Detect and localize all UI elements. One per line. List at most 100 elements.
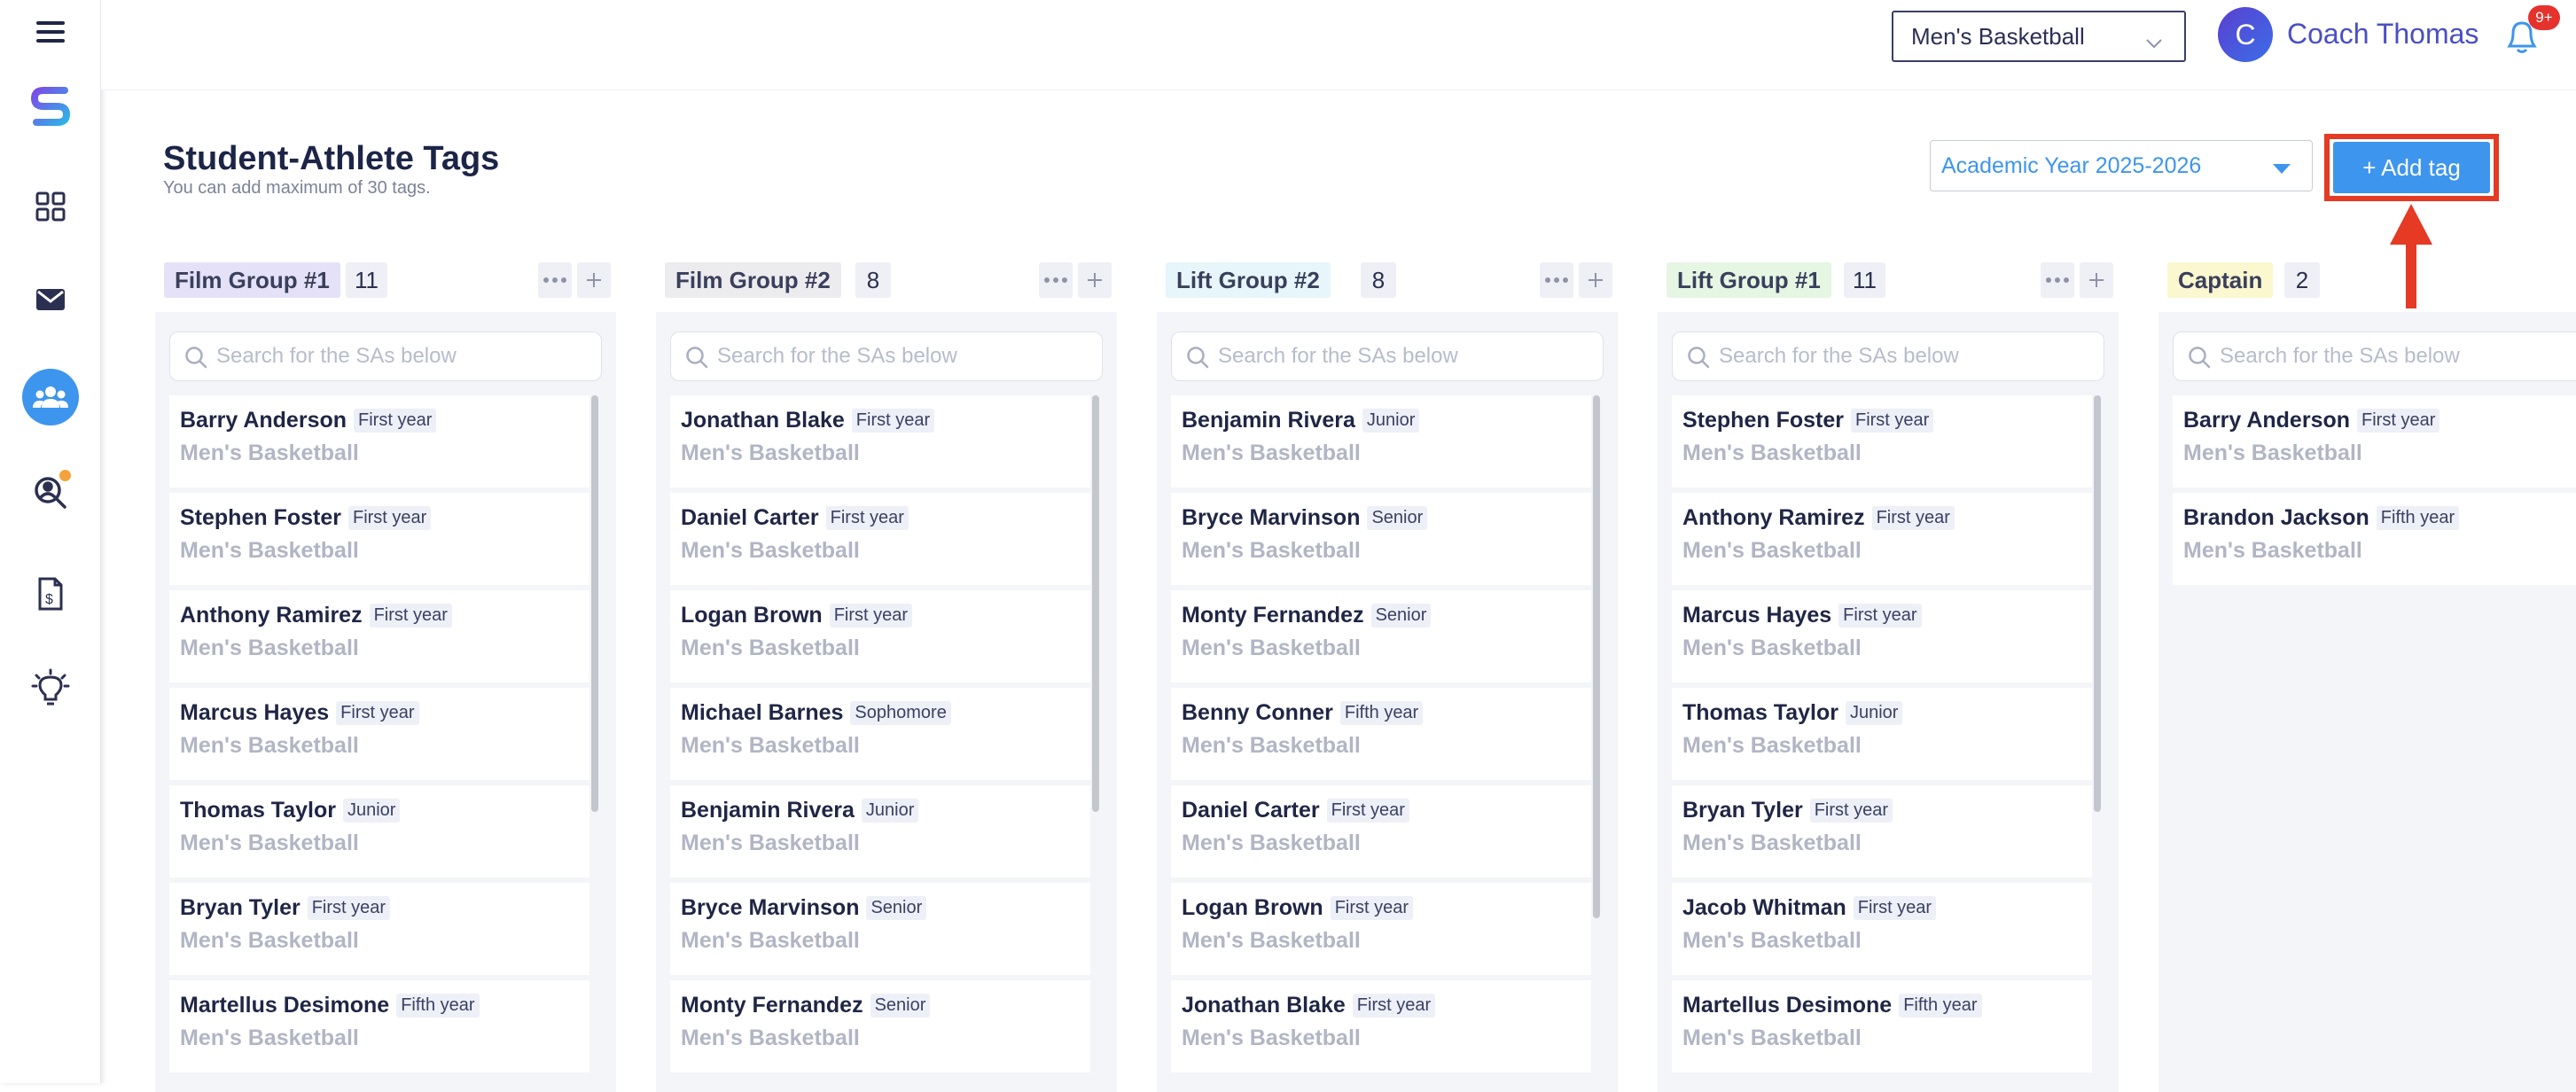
athlete-list: Benjamin Rivera Junior Men's Basketball Bry…: [1171, 395, 1591, 1078]
scrollbar[interactable]: [591, 395, 598, 812]
athlete-card[interactable]: Martellus Desimone Fifth year Men's Basket…: [169, 980, 589, 1072]
athlete-card[interactable]: Daniel Carter First year Men's Basketball: [670, 493, 1090, 585]
athlete-card[interactable]: Benjamin Rivera Junior Men's Basketball: [670, 785, 1090, 878]
athlete-search-input[interactable]: Search for the SAs below: [169, 332, 602, 381]
mail-icon[interactable]: [35, 287, 66, 312]
scrollbar[interactable]: [1092, 395, 1099, 812]
athlete-card[interactable]: Bryce Marvinson Senior Men's Basketball: [1171, 493, 1591, 585]
athlete-team: Men's Basketball: [180, 831, 359, 855]
athlete-card[interactable]: Logan Brown First year Men's Basketball: [1171, 883, 1591, 975]
athlete-year-badge: Junior: [342, 799, 401, 823]
athlete-name: Marcus Hayes: [1682, 603, 1832, 628]
athlete-card[interactable]: Jonathan Blake First year Men's Basketball: [670, 395, 1090, 488]
athlete-card[interactable]: Barry Anderson First year Men's Basketball: [2173, 395, 2576, 488]
add-athlete-icon[interactable]: [1078, 262, 1112, 298]
athlete-name: Anthony Ramirez: [1682, 505, 1865, 530]
athlete-card[interactable]: Logan Brown First year Men's Basketball: [670, 590, 1090, 682]
athlete-card[interactable]: Anthony Ramirez First year Men's Basketbal…: [1672, 493, 2092, 585]
athlete-year-badge: First year: [1326, 799, 1409, 823]
athlete-team: Men's Basketball: [1682, 831, 1862, 855]
tag-column: Captain 2 Search for the SAs below Barry An…: [2158, 257, 2576, 1092]
athlete-search-input[interactable]: Search for the SAs below: [1672, 332, 2104, 381]
search-icon: [686, 347, 708, 369]
athlete-card[interactable]: Thomas Taylor Junior Men's Basketball: [1672, 688, 2092, 780]
athlete-team: Men's Basketball: [180, 928, 359, 953]
athlete-name: Logan Brown: [1182, 895, 1323, 920]
scrollbar[interactable]: [2094, 395, 2101, 812]
dashboard-icon[interactable]: [35, 191, 66, 222]
tag-label[interactable]: Film Group #1: [164, 262, 340, 298]
search-icon: [1688, 347, 1710, 369]
tag-column-header: Captain 2: [2158, 257, 2576, 303]
athlete-card[interactable]: Jacob Whitman First year Men's Basketball: [1672, 883, 2092, 975]
athlete-name: Barry Anderson: [180, 408, 347, 433]
athlete-card[interactable]: Stephen Foster First year Men's Basketball: [1672, 395, 2092, 488]
tag-column-header: Film Group #1 11: [155, 257, 616, 303]
athlete-card[interactable]: Marcus Hayes First year Men's Basketball: [169, 688, 589, 780]
athlete-search-icon[interactable]: [33, 470, 71, 511]
athlete-year-badge: First year: [354, 409, 437, 433]
athlete-team: Men's Basketball: [681, 636, 860, 660]
athlete-card[interactable]: Stephen Foster First year Men's Basketball: [169, 493, 589, 585]
athlete-search-input[interactable]: Search for the SAs below: [1171, 332, 1604, 381]
athlete-card[interactable]: Benjamin Rivera Junior Men's Basketball: [1171, 395, 1591, 488]
athlete-card[interactable]: Thomas Taylor Junior Men's Basketball: [169, 785, 589, 878]
tag-count: 11: [346, 262, 387, 298]
team-tags-icon[interactable]: [22, 369, 79, 425]
athlete-year-badge: First year: [336, 701, 419, 725]
tag-column-header: Lift Group #2 8: [1157, 257, 1618, 303]
athlete-card[interactable]: Barry Anderson First year Men's Basketball: [169, 395, 589, 488]
academic-year-select[interactable]: Academic Year 2025-2026: [1930, 140, 2313, 191]
tag-column-body: Search for the SAs below Barry Anderson Fi…: [155, 312, 616, 1092]
athlete-card[interactable]: Bryce Marvinson Senior Men's Basketball: [670, 883, 1090, 975]
tag-label[interactable]: Lift Group #2: [1166, 262, 1331, 298]
more-options-icon[interactable]: [1540, 262, 1573, 298]
athlete-card[interactable]: Marcus Hayes First year Men's Basketball: [1672, 590, 2092, 682]
athlete-name: Thomas Taylor: [1682, 700, 1838, 725]
athlete-card[interactable]: Monty Fernandez Senior Men's Basketball: [1171, 590, 1591, 682]
athlete-card[interactable]: Daniel Carter First year Men's Basketball: [1171, 785, 1591, 878]
tag-label[interactable]: Film Group #2: [665, 262, 841, 298]
athlete-card[interactable]: Martellus Desimone Fifth year Men's Basket…: [1672, 980, 2092, 1072]
athlete-card[interactable]: Monty Fernandez Senior Men's Basketball: [670, 980, 1090, 1072]
athlete-card[interactable]: Jonathan Blake First year Men's Basketball: [1171, 980, 1591, 1072]
add-athlete-icon[interactable]: [2080, 262, 2113, 298]
document-icon[interactable]: $: [37, 576, 64, 612]
scrollbar[interactable]: [1593, 395, 1600, 918]
add-athlete-icon[interactable]: [577, 262, 611, 298]
athlete-card[interactable]: Michael Barnes Sophomore Men's Basketball: [670, 688, 1090, 780]
athlete-name: Anthony Ramirez: [180, 603, 363, 628]
user-name[interactable]: Coach Thomas: [2287, 18, 2478, 51]
tag-label[interactable]: Captain: [2167, 262, 2274, 298]
athlete-card[interactable]: Brandon Jackson Fifth year Men's Basketbal…: [2173, 493, 2576, 585]
top-bar: [101, 0, 2576, 90]
athlete-year-badge: First year: [2357, 409, 2440, 433]
lightbulb-icon[interactable]: [31, 668, 70, 707]
athlete-search-input[interactable]: Search for the SAs below: [670, 332, 1103, 381]
athlete-name: Bryan Tyler: [1682, 798, 1803, 823]
more-options-icon[interactable]: [1039, 262, 1073, 298]
athlete-search-input[interactable]: Search for the SAs below: [2173, 332, 2576, 381]
athlete-card[interactable]: Anthony Ramirez First year Men's Basketbal…: [169, 590, 589, 682]
athlete-card[interactable]: Bryan Tyler First year Men's Basketball: [169, 883, 589, 975]
athlete-year-badge: Junior: [861, 799, 919, 823]
add-athlete-icon[interactable]: [1579, 262, 1612, 298]
tag-label[interactable]: Lift Group #1: [1667, 262, 1831, 298]
athlete-name: Martellus Desimone: [1682, 993, 1893, 1018]
athlete-card[interactable]: Bryan Tyler First year Men's Basketball: [1672, 785, 2092, 878]
more-options-icon[interactable]: [2041, 262, 2074, 298]
athlete-name: Marcus Hayes: [180, 700, 330, 725]
app-logo-icon[interactable]: [31, 85, 70, 128]
avatar[interactable]: C: [2218, 7, 2273, 62]
add-tag-button[interactable]: + Add tag: [2333, 142, 2490, 193]
athlete-team: Men's Basketball: [681, 538, 860, 563]
athlete-card[interactable]: Benny Conner Fifth year Men's Basketball: [1171, 688, 1591, 780]
athlete-year-badge: First year: [1850, 409, 1934, 433]
menu-icon[interactable]: [36, 20, 65, 44]
more-options-icon[interactable]: [538, 262, 572, 298]
search-placeholder: Search for the SAs below: [1719, 344, 1959, 368]
athlete-year-badge: Senior: [870, 994, 931, 1018]
svg-text:$: $: [45, 592, 53, 607]
team-select[interactable]: Men's Basketball: [1892, 11, 2186, 62]
search-placeholder: Search for the SAs below: [216, 344, 457, 368]
